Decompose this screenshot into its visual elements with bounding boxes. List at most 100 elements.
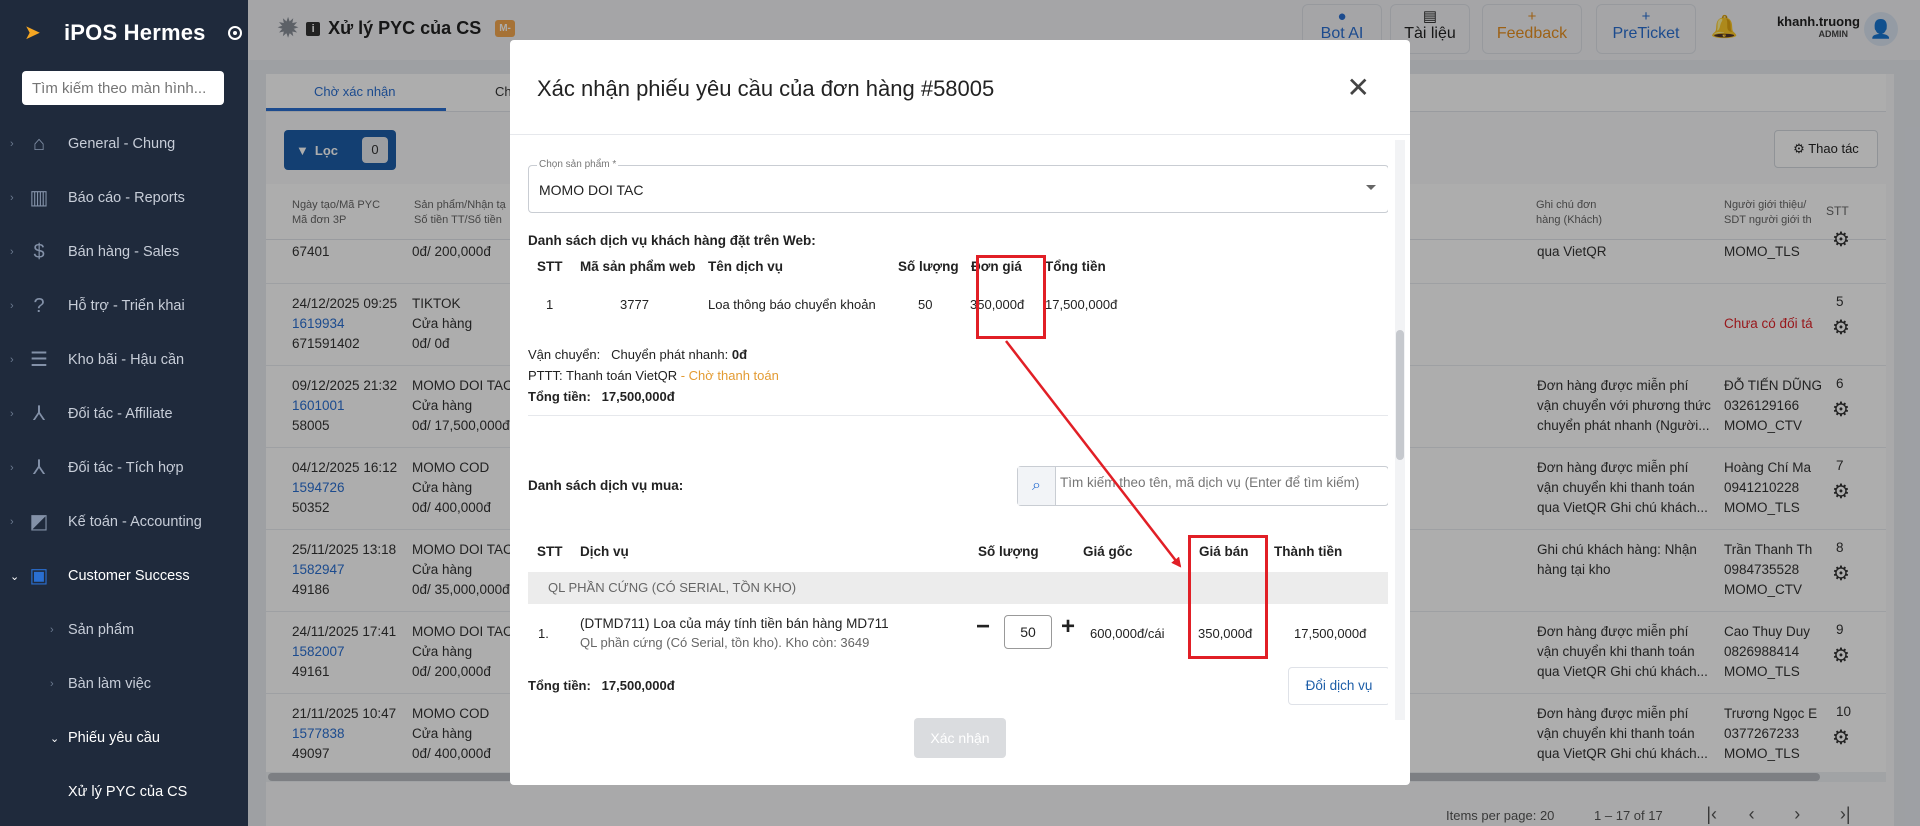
sidebar-item-label: Đối tác - Affiliate xyxy=(68,406,173,422)
qty-minus-button[interactable]: − xyxy=(976,613,990,641)
chevron-down-icon: ⌄ xyxy=(10,570,20,583)
chevron-right-icon: › xyxy=(10,408,14,420)
sidebar-nav: › ⌂ General - Chung › ▥ Báo cáo - Reports › $… xyxy=(0,117,248,819)
total-label: Tổng tiền: xyxy=(528,389,591,404)
chevron-right-icon: › xyxy=(10,138,14,150)
sidebar-item-sales[interactable]: › $ Bán hàng - Sales xyxy=(0,225,248,279)
total-label: Tổng tiền: xyxy=(528,678,591,693)
chevron-right-icon: › xyxy=(10,300,14,312)
sidebar-sub-requests[interactable]: ⌄ Phiếu yêu cầu xyxy=(0,711,248,765)
buy-row-amount: 17,500,000đ xyxy=(1294,626,1367,641)
sidebar-item-customer-success[interactable]: ⌄ ▣ Customer Success xyxy=(0,549,248,603)
web-row-total: 17,500,000đ xyxy=(1045,297,1118,312)
payment-label: PTTT: Thanh toán VietQR xyxy=(528,368,678,383)
web-header-stt: STT xyxy=(537,259,563,274)
sidebar-sub-label: Xử lý PYC của CS xyxy=(68,784,188,800)
sidebar-item-general[interactable]: › ⌂ General - Chung xyxy=(0,117,248,171)
sidebar-search-input[interactable] xyxy=(22,71,224,105)
chevron-right-icon: › xyxy=(50,678,54,690)
sidebar-item-integration[interactable]: › ⅄ Đối tác - Tích hợp xyxy=(0,441,248,495)
sidebar-item-support[interactable]: ›? Hỗ trợ - Triển khai xyxy=(0,279,248,333)
sidebar-item-label: Kế toán - Accounting xyxy=(68,514,202,530)
quantity-input[interactable]: 50 xyxy=(1004,615,1052,649)
web-row-code: 3777 xyxy=(620,297,649,312)
product-select[interactable]: Chọn sản phẩm * MOMO DOI TAC xyxy=(528,159,1388,213)
search-icon[interactable]: ⌕ xyxy=(1018,467,1056,505)
web-header-qty: Số lượng xyxy=(898,259,959,274)
brand[interactable]: ➤ iPOS Hermes xyxy=(0,0,248,66)
buy-row-stt: 1. xyxy=(538,626,549,641)
divider xyxy=(528,415,1388,416)
sidebar-item-label: Hỗ trợ - Triển khai xyxy=(68,298,185,314)
shipping-label: Vận chuyển: xyxy=(528,347,601,362)
list-icon: ☰ xyxy=(30,349,48,371)
buy-row-name: (DTMD711) Loa của máy tính tiền bán hàng… xyxy=(580,616,889,631)
sidebar-item-label: Bán hàng - Sales xyxy=(68,244,180,260)
network-icon: ⅄ xyxy=(32,403,46,425)
web-row-qty: 50 xyxy=(918,297,933,312)
modal-title: Xác nhận phiếu yêu cầu của đơn hàng #580… xyxy=(537,76,995,101)
shipping-fee: 0đ xyxy=(731,347,748,362)
web-header-name: Tên dịch vụ xyxy=(708,259,784,274)
chevron-right-icon: › xyxy=(10,192,14,204)
confirm-request-modal: Xác nhận phiếu yêu cầu của đơn hàng #580… xyxy=(510,40,1410,785)
sidebar-item-label: Customer Success xyxy=(68,568,190,584)
radio-icon[interactable] xyxy=(227,26,242,40)
qty-plus-button[interactable]: + xyxy=(1061,613,1075,641)
web-header-code: Mã sản phẩm web xyxy=(580,259,696,274)
sidebar-item-accounting[interactable]: › ◩ Kế toán - Accounting xyxy=(0,495,248,549)
buy-header-base-price: Giá gốc xyxy=(1083,544,1133,559)
sidebar-item-label: General - Chung xyxy=(68,136,176,152)
ledger-icon: ◩ xyxy=(29,511,49,533)
home-icon: ⌂ xyxy=(32,133,46,155)
change-service-button[interactable]: Đổi dịch vụ xyxy=(1288,667,1388,705)
service-search: ⌕ xyxy=(1017,466,1388,506)
highlight-box xyxy=(1188,535,1268,659)
help-icon: ? xyxy=(33,295,45,317)
buy-services-title: Danh sách dịch vụ mua: xyxy=(528,478,684,493)
sidebar-sub-label: Phiếu yêu cầu xyxy=(68,730,160,746)
sidebar-item-reports[interactable]: › ▥ Báo cáo - Reports xyxy=(0,171,248,225)
total-line-1: Tổng tiền: 17,500,000đ xyxy=(528,389,675,404)
confirm-button[interactable]: Xác nhận xyxy=(914,718,1006,758)
buy-row-sub: QL phần cứng (Có Serial, tồn kho). Kho c… xyxy=(580,635,870,650)
sidebar-sub-cs-processing[interactable]: Xử lý PYC của CS xyxy=(0,765,248,819)
sidebar-item-warehouse[interactable]: › ☰ Kho bãi - Hậu cần xyxy=(0,333,248,387)
person-card-icon: ▣ xyxy=(29,565,49,587)
scrollbar-thumb[interactable] xyxy=(1396,330,1404,460)
payment-status: - Chờ thanh toán xyxy=(677,368,779,383)
buy-header-stt: STT xyxy=(537,544,563,559)
service-group-label: QL PHẦN CỨNG (CÓ SERIAL, TỒN KHO) xyxy=(548,580,797,595)
payment-line: PTTT: Thanh toán VietQR - Chờ thanh toán xyxy=(528,368,779,383)
sidebar-item-affiliate[interactable]: › ⅄ Đối tác - Affiliate xyxy=(0,387,248,441)
total-value: 17,500,000đ xyxy=(601,389,675,404)
logo-icon: ➤ xyxy=(24,22,41,44)
network-icon: ⅄ xyxy=(32,457,46,479)
chevron-right-icon: › xyxy=(10,516,14,528)
sidebar-item-label: Đối tác - Tích hợp xyxy=(68,460,184,476)
vertical-scrollbar[interactable] xyxy=(1395,140,1405,720)
service-search-input[interactable] xyxy=(1060,475,1380,490)
chevron-down-icon: ⌄ xyxy=(50,732,60,745)
sidebar-sub-products[interactable]: › Sản phẩm xyxy=(0,603,248,657)
chevron-right-icon: › xyxy=(10,246,14,258)
sidebar: ➤ iPOS Hermes › ⌂ General - Chung › ▥ Báo cá… xyxy=(0,0,248,826)
close-icon[interactable]: ✕ xyxy=(1347,74,1370,102)
chart-icon: ▥ xyxy=(29,187,49,209)
buy-header-amount: Thành tiền xyxy=(1274,544,1343,559)
sidebar-item-label: Báo cáo - Reports xyxy=(68,190,185,206)
web-header-total: Tổng tiền xyxy=(1045,259,1106,274)
highlight-box xyxy=(976,255,1046,339)
shipping-line: Vận chuyển: Chuyển phát nhanh: 0đ xyxy=(528,347,747,362)
chevron-right-icon: › xyxy=(50,624,54,636)
modal-body: Chọn sản phẩm * MOMO DOI TAC Danh sách d… xyxy=(528,135,1388,715)
buy-header-service: Dịch vụ xyxy=(580,544,629,559)
app-name: iPOS Hermes xyxy=(64,20,206,45)
chevron-right-icon: › xyxy=(10,462,14,474)
buy-header-qty: Số lượng xyxy=(978,544,1039,559)
web-row-stt: 1 xyxy=(546,297,554,312)
product-select-value: MOMO DOI TAC xyxy=(539,182,644,198)
shipping-method: Chuyển phát nhanh: xyxy=(611,347,729,362)
total-value: 17,500,000đ xyxy=(601,678,675,693)
sidebar-sub-workspace[interactable]: › Bàn làm việc xyxy=(0,657,248,711)
